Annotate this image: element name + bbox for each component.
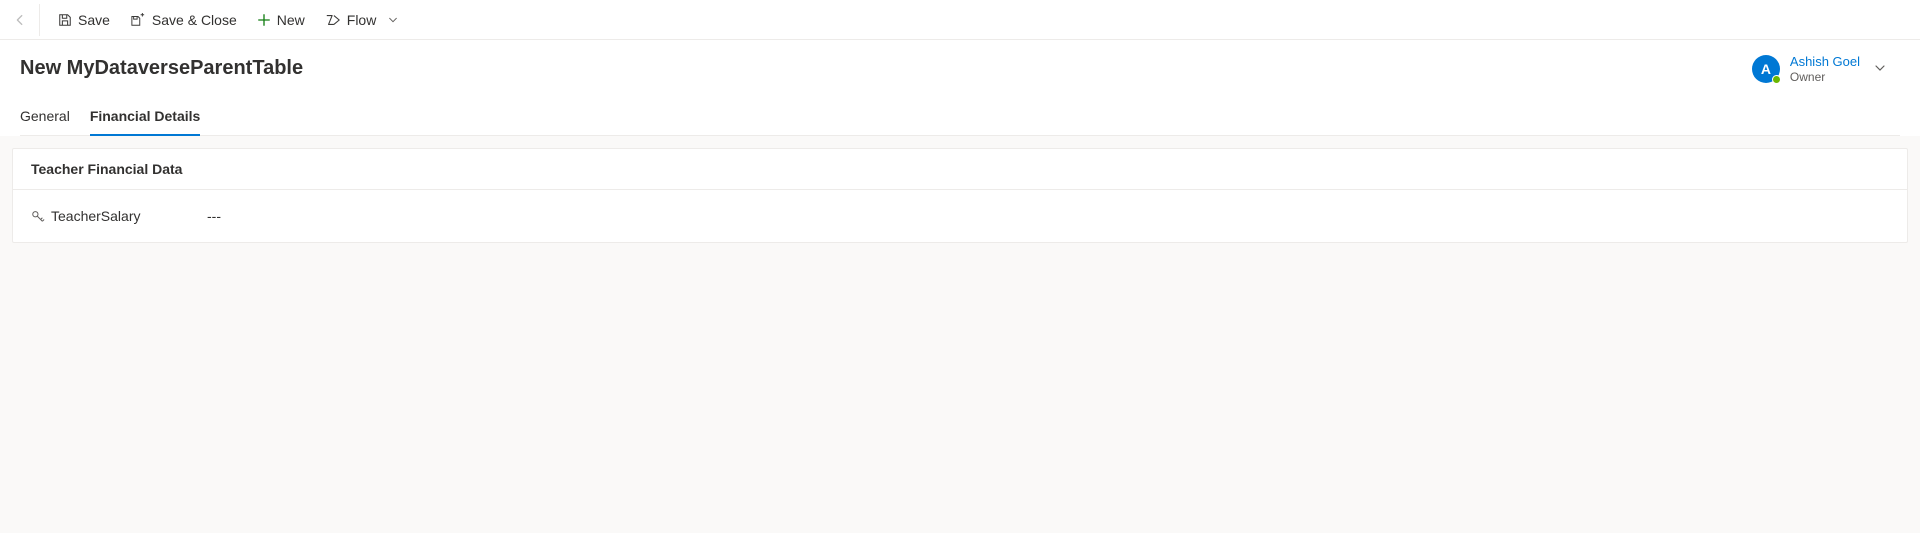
- field-label: TeacherSalary: [51, 208, 141, 224]
- new-button[interactable]: New: [247, 4, 315, 36]
- owner-info: Ashish Goel Owner: [1790, 54, 1860, 84]
- plus-icon: [257, 13, 271, 27]
- new-label: New: [277, 12, 305, 28]
- field-value[interactable]: ---: [207, 208, 221, 224]
- flow-icon: [325, 13, 341, 27]
- content-area: Teacher Financial Data TeacherSalary ---: [0, 136, 1920, 255]
- save-button[interactable]: Save: [48, 4, 120, 36]
- avatar-initial: A: [1761, 61, 1771, 77]
- avatar: A: [1752, 55, 1780, 83]
- presence-available-icon: [1772, 75, 1781, 84]
- back-button[interactable]: [8, 4, 40, 36]
- flow-label: Flow: [347, 12, 377, 28]
- save-close-button[interactable]: Save & Close: [120, 4, 247, 36]
- owner-block[interactable]: A Ashish Goel Owner: [1752, 54, 1900, 84]
- record-title: New MyDataverseParentTable: [20, 57, 303, 80]
- save-close-icon: [130, 13, 146, 27]
- arrow-left-icon: [13, 13, 27, 27]
- chevron-down-icon: [388, 15, 398, 25]
- command-bar: Save Save & Close New Flow: [0, 0, 1920, 40]
- owner-role: Owner: [1790, 70, 1860, 84]
- tab-financial-details[interactable]: Financial Details: [90, 108, 200, 136]
- owner-expand-button[interactable]: [1870, 57, 1890, 81]
- field-teacher-salary: TeacherSalary ---: [31, 208, 1889, 224]
- flow-button[interactable]: Flow: [315, 4, 409, 36]
- save-close-label: Save & Close: [152, 12, 237, 28]
- section-card: Teacher Financial Data TeacherSalary ---: [12, 148, 1908, 243]
- section-title: Teacher Financial Data: [13, 149, 1907, 190]
- key-icon: [31, 209, 45, 223]
- form-header: New MyDataverseParentTable A Ashish Goel…: [0, 40, 1920, 136]
- tab-general[interactable]: General: [20, 108, 70, 136]
- save-label: Save: [78, 12, 110, 28]
- save-icon: [58, 13, 72, 27]
- owner-name: Ashish Goel: [1790, 54, 1860, 70]
- tabs: General Financial Details: [20, 108, 1900, 136]
